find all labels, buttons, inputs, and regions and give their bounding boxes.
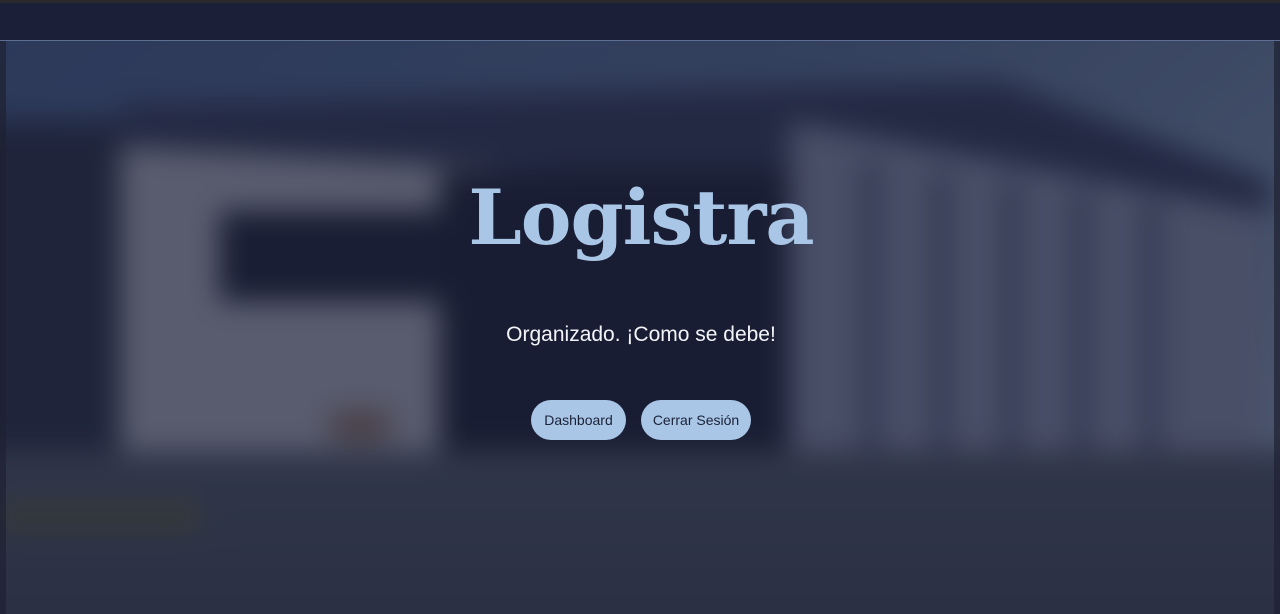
logout-button[interactable]: Cerrar Sesión (641, 400, 751, 440)
tagline: Organizado. ¡Como se debe! (506, 323, 776, 346)
hero-actions: Dashboard Cerrar Sesión (0, 400, 1280, 440)
navbar (0, 3, 1280, 41)
brand-title: Logistra (468, 173, 814, 262)
hero-section: Logistra Organizado. ¡Como se debe! Dash… (0, 41, 1280, 614)
hero-content: Logistra Organizado. ¡Como se debe! Dash… (0, 41, 1280, 614)
dashboard-button[interactable]: Dashboard (531, 400, 626, 440)
